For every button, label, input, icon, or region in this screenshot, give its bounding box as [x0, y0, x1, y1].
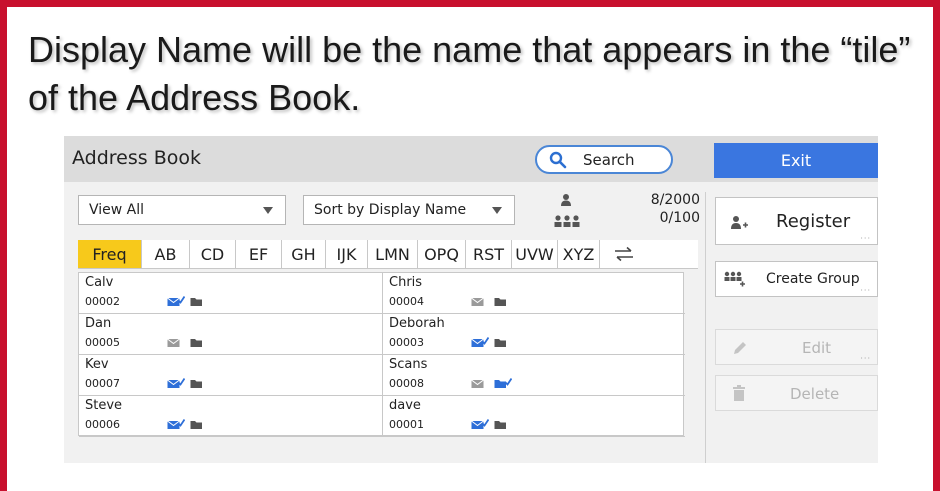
entry-name: Calv	[85, 275, 113, 290]
entry-icons	[167, 337, 208, 347]
sort-dropdown[interactable]: Sort by Display Name	[303, 195, 515, 225]
entry-number: 00008	[389, 377, 424, 390]
address-entry[interactable]: Dan 00005	[79, 314, 382, 355]
edit-label: Edit	[802, 339, 831, 357]
folder-icon	[494, 378, 512, 388]
entry-name: Kev	[85, 357, 109, 372]
exit-button[interactable]: Exit	[714, 143, 878, 178]
entry-number: 00005	[85, 336, 120, 349]
create-group-label: Create Group	[766, 271, 860, 287]
email-icon	[471, 296, 489, 306]
group-count: 0/100	[660, 210, 700, 226]
entry-number: 00003	[389, 336, 424, 349]
person-icon	[560, 193, 572, 207]
folder-icon	[494, 419, 512, 429]
entry-icons	[167, 419, 208, 429]
email-icon	[167, 378, 185, 388]
tab-lmn[interactable]: LMN	[368, 240, 418, 268]
entry-number: 00004	[389, 295, 424, 308]
entry-icons	[471, 296, 512, 306]
email-icon	[471, 378, 489, 388]
tab-ab[interactable]: AB	[142, 240, 190, 268]
entry-name: Dan	[85, 316, 111, 331]
group-icon	[554, 214, 580, 228]
email-icon	[167, 296, 185, 306]
delete-button[interactable]: Delete	[715, 375, 878, 411]
trash-icon	[732, 385, 746, 402]
address-entry[interactable]: Deborah 00003	[382, 314, 685, 355]
tab-rst[interactable]: RST	[466, 240, 512, 268]
entry-number: 00007	[85, 377, 120, 390]
address-entry[interactable]: Scans 00008	[382, 355, 685, 396]
tab-cd[interactable]: CD	[190, 240, 236, 268]
address-entry[interactable]: Kev 00007	[79, 355, 382, 396]
email-icon	[471, 419, 489, 429]
entry-name: Chris	[389, 275, 422, 290]
chevron-down-icon	[263, 207, 273, 214]
edit-button[interactable]: Edit ···	[715, 329, 878, 365]
folder-icon	[190, 378, 208, 388]
pencil-icon	[732, 340, 748, 356]
page-title: Address Book	[72, 147, 201, 169]
view-dropdown[interactable]: View All	[78, 195, 286, 225]
entry-number: 00006	[85, 418, 120, 431]
folder-icon	[190, 296, 208, 306]
email-icon	[167, 337, 185, 347]
view-dropdown-value: View All	[89, 202, 144, 218]
entry-name: dave	[389, 398, 421, 413]
entry-icons	[471, 378, 512, 388]
more-indicator: ···	[860, 354, 871, 363]
address-entry[interactable]: Steve 00006	[79, 396, 382, 437]
address-entry[interactable]: Chris 00004	[382, 273, 685, 314]
search-button[interactable]: Search	[535, 145, 673, 174]
entry-icons	[471, 337, 512, 347]
person-count: 8/2000	[651, 192, 700, 208]
add-group-icon	[724, 271, 748, 287]
address-book-screen: Address Book Search Exit View All Sort b…	[64, 136, 878, 463]
address-list: Calv 00002 Chris 00004 Dan 00005 Deborah 00003 K…	[78, 272, 684, 436]
address-entry[interactable]: Calv 00002	[79, 273, 382, 314]
entry-counts: 8/2000 0/100	[554, 192, 700, 236]
entry-name: Deborah	[389, 316, 445, 331]
search-label: Search	[583, 151, 635, 169]
tab-uvw[interactable]: UVW	[512, 240, 558, 268]
slide-caption: Display Name will be the name that appea…	[28, 26, 918, 122]
entry-number: 00001	[389, 418, 424, 431]
entry-icons	[167, 296, 208, 306]
email-icon	[167, 419, 185, 429]
tab-ijk[interactable]: IJK	[326, 240, 368, 268]
tab-xyz[interactable]: XYZ	[558, 240, 600, 268]
entry-icons	[167, 378, 208, 388]
entry-name: Steve	[85, 398, 122, 413]
title-bar: Address Book Search Exit	[64, 136, 878, 182]
folder-icon	[190, 419, 208, 429]
entry-number: 00002	[85, 295, 120, 308]
entry-name: Scans	[389, 357, 427, 372]
tab-opq[interactable]: OPQ	[418, 240, 466, 268]
more-indicator: ···	[860, 286, 871, 295]
folder-icon	[190, 337, 208, 347]
switch-icon	[612, 246, 636, 262]
index-tabs: Freq AB CD EF GH IJK LMN OPQ RST UVW XYZ	[78, 240, 698, 269]
tab-ef[interactable]: EF	[236, 240, 282, 268]
address-entry[interactable]: dave 00001	[382, 396, 685, 437]
delete-label: Delete	[790, 385, 839, 403]
register-button[interactable]: Register ···	[715, 197, 878, 245]
tab-gh[interactable]: GH	[282, 240, 326, 268]
create-group-button[interactable]: Create Group ···	[715, 261, 878, 297]
folder-icon	[494, 337, 512, 347]
more-indicator: ···	[860, 234, 871, 243]
folder-icon	[494, 296, 512, 306]
chevron-down-icon	[492, 207, 502, 214]
tab-freq[interactable]: Freq	[78, 240, 142, 268]
search-icon	[549, 151, 567, 169]
register-label: Register	[776, 211, 850, 232]
sort-dropdown-value: Sort by Display Name	[314, 202, 466, 218]
panel-divider	[705, 192, 706, 463]
switch-view-button[interactable]	[600, 240, 648, 268]
add-person-icon	[730, 215, 748, 231]
email-icon	[471, 337, 489, 347]
entry-icons	[471, 419, 512, 429]
